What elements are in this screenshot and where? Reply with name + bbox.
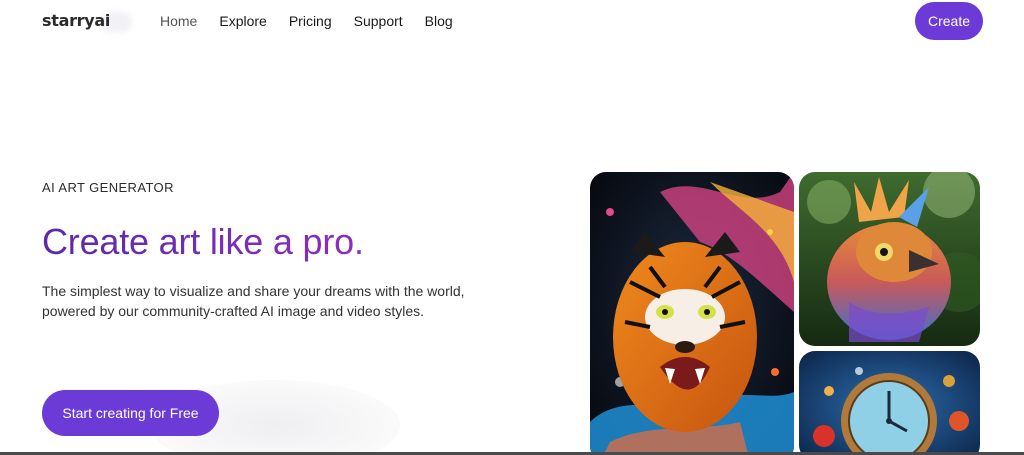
nav-link-blog[interactable]: Blog <box>425 13 453 29</box>
create-button[interactable]: Create <box>915 2 983 40</box>
nav-link-pricing[interactable]: Pricing <box>289 13 332 29</box>
hero-eyebrow: AI ART GENERATOR <box>42 180 174 195</box>
start-creating-button[interactable]: Start creating for Free <box>42 390 219 436</box>
clock-artwork-image <box>799 351 980 455</box>
hero-description: The simplest way to visualize and share … <box>42 283 465 319</box>
starryai-logo[interactable]: starryai <box>42 11 110 30</box>
bird-artwork-image <box>799 172 980 346</box>
hero-title: Create art like a pro. <box>42 221 364 262</box>
nav-link-explore[interactable]: Explore <box>219 13 266 29</box>
top-navbar: starryai Home Explore Pricing Support Bl… <box>0 0 1024 44</box>
main-nav: Home Explore Pricing Support Blog <box>160 13 475 29</box>
nav-link-support[interactable]: Support <box>354 13 403 29</box>
nav-link-home[interactable]: Home <box>160 13 197 29</box>
tiger-artwork-image <box>590 172 794 455</box>
